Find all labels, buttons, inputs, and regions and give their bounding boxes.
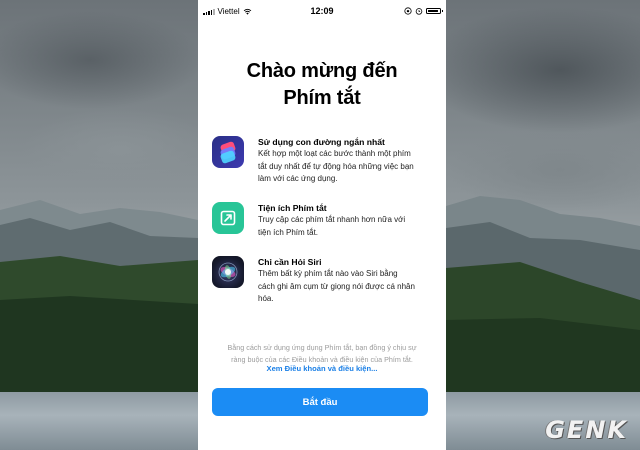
feature-desc-line: Truy cập các phím tắt nhanh hơn nữa với xyxy=(258,215,406,224)
alarm-icon xyxy=(415,8,423,15)
phone-screen: Viettel 12:09 Chào mừng đến Phím tắt Sử … xyxy=(198,0,446,450)
feature-item-widget: Tiện ích Phím tắt Truy cập các phím tắt … xyxy=(212,202,438,242)
feature-item-shortcuts: Sử dụng con đường ngắn nhất Kết hợp một … xyxy=(212,136,438,188)
feature-desc-line: tắt duy nhất để tự động hóa những việc b… xyxy=(258,161,414,171)
feature-item-siri: Chỉ cần Hỏi Siri Thêm bất kỳ phím tắt nà… xyxy=(212,256,438,308)
feature-desc-line: làm với các ứng dụng. xyxy=(258,174,338,183)
feature-desc-line: Kết hợp một loạt các bước thành một phím xyxy=(258,149,411,158)
feature-desc-line: tiện ích Phím tắt. xyxy=(258,227,319,237)
get-started-button[interactable]: Bắt đầu xyxy=(212,388,428,416)
welcome-title: Chào mừng đến Phím tắt xyxy=(198,58,446,112)
shortcuts-app-icon xyxy=(212,136,244,168)
feature-title: Sử dụng con đường ngắn nhất xyxy=(258,137,385,147)
feature-title: Chỉ cần Hỏi Siri xyxy=(258,257,322,267)
welcome-title-line2: Phím tắt xyxy=(283,87,361,109)
feature-text: Chỉ cần Hỏi Siri Thêm bất kỳ phím tắt nà… xyxy=(258,256,446,306)
feature-desc-line: hóa. xyxy=(258,294,274,303)
feature-text: Tiện ích Phím tắt Truy cập các phím tắt … xyxy=(258,202,446,239)
battery-icon xyxy=(426,8,443,14)
genk-watermark-logo: GENK xyxy=(545,416,628,444)
feature-text: Sử dụng con đường ngắn nhất Kết hợp một … xyxy=(258,136,446,186)
orientation-lock-icon xyxy=(404,7,412,15)
status-bar: Viettel 12:09 xyxy=(198,0,446,22)
feature-desc-line: Thêm bất kỳ phím tắt nào vào Siri bằng xyxy=(258,269,398,278)
feature-desc-line: cách ghi âm cụm từ giọng nói được cá nhâ… xyxy=(258,281,415,291)
widget-arrow-icon xyxy=(212,202,244,234)
terms-link[interactable]: Xem Điều khoản và điều kiện... xyxy=(198,364,446,373)
feature-title: Tiện ích Phím tắt xyxy=(258,203,327,213)
legal-line: Bằng cách sử dụng ứng dụng Phím tắt, bạn… xyxy=(227,343,417,352)
legal-notice: Bằng cách sử dụng ứng dụng Phím tắt, bạn… xyxy=(212,342,432,365)
feature-description: Thêm bất kỳ phím tắt nào vào Siri bằng c… xyxy=(258,268,446,306)
feature-description: Truy cập các phím tắt nhanh hơn nữa với … xyxy=(258,214,446,239)
feature-description: Kết hợp một loạt các bước thành một phím… xyxy=(258,148,446,186)
status-right xyxy=(404,7,443,15)
siri-icon xyxy=(212,256,244,288)
welcome-title-line1: Chào mừng đến xyxy=(246,60,398,82)
battery-level xyxy=(428,10,438,12)
